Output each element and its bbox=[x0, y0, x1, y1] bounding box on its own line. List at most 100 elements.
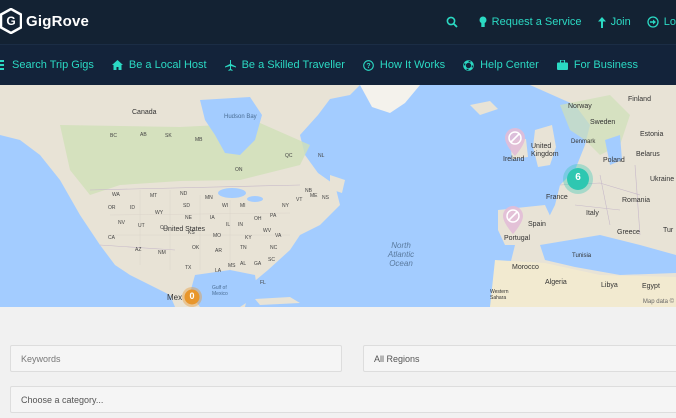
brand-logo[interactable]: G GigRove bbox=[0, 7, 90, 35]
label-norway: Norway bbox=[568, 103, 592, 110]
keywords-input[interactable]: Keywords bbox=[10, 345, 342, 372]
map-cluster-mexico[interactable]: 0 bbox=[181, 286, 203, 307]
state-code-ar: AR bbox=[215, 248, 222, 254]
lifebuoy-icon bbox=[463, 59, 474, 71]
state-code-ca: CA bbox=[108, 235, 115, 241]
disabled-pin-icon bbox=[505, 128, 525, 156]
nav-for-business[interactable]: For Business bbox=[556, 59, 639, 71]
state-code-mn: MN bbox=[205, 195, 213, 201]
label-western-sahara: Western Sahara bbox=[490, 289, 509, 301]
label-ireland: Ireland bbox=[503, 156, 525, 163]
state-code-nm: NM bbox=[158, 250, 166, 256]
label-romania: Romania bbox=[622, 197, 651, 204]
nav-search-trip-gigs[interactable]: Search Trip Gigs bbox=[0, 59, 94, 71]
map-attribution: Map data © bbox=[642, 299, 674, 305]
label-gulf-of-mexico: Gulf of Mexico bbox=[212, 285, 228, 297]
state-code-mb: MB bbox=[195, 137, 203, 143]
label-estonia: Estonia bbox=[640, 131, 664, 138]
state-code-la: LA bbox=[215, 268, 222, 274]
state-code-vt: VT bbox=[296, 197, 303, 203]
state-code-ky: KY bbox=[245, 235, 252, 241]
state-code-ks: KS bbox=[188, 230, 195, 236]
map-pin-ireland[interactable] bbox=[505, 128, 525, 156]
state-code-oh: OH bbox=[254, 216, 262, 222]
nav-label: Help Center bbox=[480, 59, 539, 71]
state-code-qc: QC bbox=[285, 153, 293, 159]
label-sweden: Sweden bbox=[590, 119, 616, 126]
label-united-states: United States bbox=[163, 226, 206, 233]
state-code-sd: SD bbox=[183, 203, 190, 209]
search-button[interactable] bbox=[446, 16, 463, 28]
brand-name: GigRove bbox=[26, 12, 90, 30]
label-united-kingdom: United Kingdom bbox=[531, 143, 559, 158]
state-code-or: OR bbox=[108, 205, 116, 211]
gigs-map[interactable]: Canada Hudson Bay United States Mex Gulf… bbox=[0, 85, 676, 307]
state-code-wa: WA bbox=[112, 192, 120, 198]
map-cluster-europe[interactable]: 6 bbox=[562, 163, 594, 195]
state-code-va: VA bbox=[275, 233, 282, 239]
label-morocco: Morocco bbox=[512, 264, 539, 271]
label-ukraine: Ukraine bbox=[650, 176, 675, 183]
arrow-up-icon bbox=[597, 16, 606, 28]
label-greece: Greece bbox=[617, 229, 640, 236]
category-placeholder: Choose a category... bbox=[21, 395, 104, 405]
nav-label: For Business bbox=[573, 59, 639, 71]
main-nav: Search Trip Gigs Be a Local Host Be a Sk… bbox=[0, 44, 676, 85]
state-code-in: IN bbox=[238, 222, 243, 228]
request-service-label: Request a Service bbox=[491, 16, 582, 28]
nav-how-it-works[interactable]: ? How It Works bbox=[363, 59, 445, 71]
header-actions: Request a Service Join Lo bbox=[430, 0, 676, 44]
nav-label: Be a Local Host bbox=[128, 59, 207, 71]
label-belarus: Belarus bbox=[636, 151, 660, 158]
state-code-tn: TN bbox=[240, 245, 247, 251]
state-code-pa: PA bbox=[270, 213, 277, 219]
search-icon bbox=[446, 16, 458, 28]
state-code-bc: BC bbox=[110, 133, 117, 139]
state-code-wy: WY bbox=[155, 210, 164, 216]
svg-text:G: G bbox=[6, 14, 15, 28]
label-mexico: Mex bbox=[167, 293, 183, 302]
state-code-ny: NY bbox=[282, 203, 289, 209]
join-label: Join bbox=[610, 16, 631, 28]
login-label: Lo bbox=[663, 16, 676, 28]
join-link[interactable]: Join bbox=[597, 16, 631, 28]
keywords-placeholder: Keywords bbox=[21, 354, 61, 364]
label-denmark: Denmark bbox=[571, 139, 596, 145]
state-code-il: IL bbox=[226, 222, 231, 228]
request-service-link[interactable]: Request a Service bbox=[479, 16, 582, 28]
label-tunisia: Tunisia bbox=[572, 253, 592, 259]
state-code-nc: NC bbox=[270, 245, 278, 251]
map-pin-portugal[interactable] bbox=[503, 206, 523, 234]
label-france: France bbox=[546, 194, 568, 201]
label-canada: Canada bbox=[132, 109, 157, 116]
login-link[interactable]: Lo bbox=[647, 16, 676, 28]
search-form: Keywords All Regions Choose a category..… bbox=[0, 307, 676, 418]
state-code-mt: MT bbox=[150, 193, 158, 199]
list-icon bbox=[0, 60, 4, 70]
regions-select[interactable]: All Regions bbox=[363, 345, 676, 372]
top-header: G GigRove Request a Service Join Lo bbox=[0, 0, 676, 44]
nav-be-a-skilled-traveller[interactable]: Be a Skilled Traveller bbox=[224, 59, 345, 71]
state-code-mi: MI bbox=[240, 203, 246, 209]
label-turkey: Tur bbox=[663, 227, 674, 234]
nav-help-center[interactable]: Help Center bbox=[463, 59, 539, 71]
state-code-ia: IA bbox=[210, 215, 215, 221]
question-circle-icon: ? bbox=[363, 59, 374, 71]
nav-be-a-local-host[interactable]: Be a Local Host bbox=[111, 59, 207, 71]
label-portugal: Portugal bbox=[504, 235, 531, 242]
disabled-pin-icon bbox=[503, 206, 523, 234]
label-spain: Spain bbox=[528, 221, 546, 228]
label-italy: Italy bbox=[586, 210, 599, 217]
state-code-co: CO bbox=[160, 225, 168, 231]
nav-label: Be a Skilled Traveller bbox=[241, 59, 345, 71]
category-select[interactable]: Choose a category... bbox=[10, 386, 676, 413]
state-code-sc: SC bbox=[268, 257, 275, 263]
label-algeria: Algeria bbox=[545, 279, 567, 286]
state-code-on: ON bbox=[235, 167, 243, 173]
state-code-ok: OK bbox=[192, 245, 200, 251]
state-code-nd: ND bbox=[180, 191, 188, 197]
state-code-ga: GA bbox=[254, 261, 262, 267]
map-canvas bbox=[0, 85, 676, 307]
state-code-tx: TX bbox=[185, 265, 192, 271]
state-code-sk: SK bbox=[165, 133, 172, 139]
